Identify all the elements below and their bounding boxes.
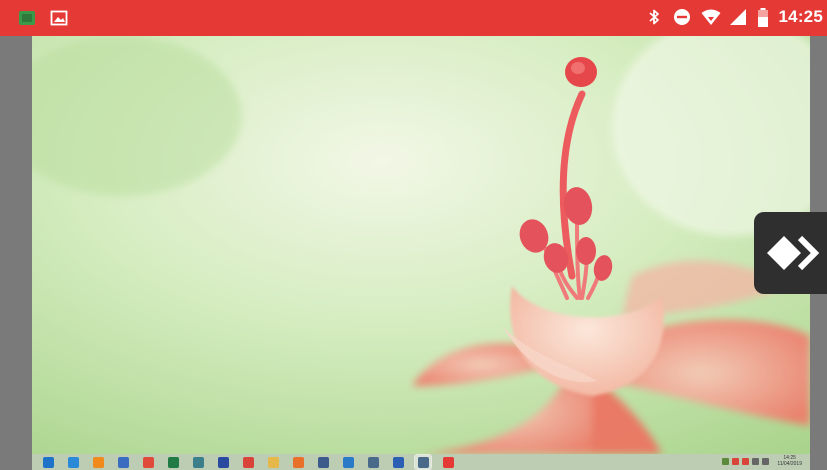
toolbar-toggle-handle[interactable] <box>754 212 827 294</box>
firefox-icon <box>292 456 304 468</box>
excel-icon <box>167 456 179 468</box>
tool-icon-2 <box>417 456 429 468</box>
android-status-bar: 14:25 <box>0 0 827 36</box>
internet-explorer-icon <box>67 456 79 468</box>
taskbar-button-file-explorer-icon[interactable] <box>265 455 281 469</box>
start-button <box>42 456 54 468</box>
tray-icon-1[interactable] <box>722 457 730 465</box>
tray-volume-icon[interactable] <box>762 457 770 465</box>
taskbar-button-app-icon-globe[interactable] <box>340 455 356 469</box>
taskbar-button-app-icon-teal[interactable] <box>190 455 206 469</box>
remote-desktop-view[interactable]: 14:25 11/04/2019 <box>32 36 810 470</box>
taskbar-button-app-icon-blue[interactable] <box>115 455 131 469</box>
taskbar-button-start-button[interactable] <box>40 455 56 469</box>
image-notification-icon <box>50 9 68 27</box>
taskbar-button-tool-icon-2[interactable] <box>414 454 432 470</box>
taskbar-button-app-icon-navy[interactable] <box>215 455 231 469</box>
notification-app-icon <box>18 9 36 27</box>
taskbar-button-chrome-icon[interactable] <box>140 455 156 469</box>
app-icon-red <box>242 456 254 468</box>
app-icon-blue <box>117 456 129 468</box>
taskbar-button-word-icon[interactable] <box>390 455 406 469</box>
tool-icon <box>367 456 379 468</box>
windows-taskbar: 14:25 11/04/2019 <box>32 454 810 470</box>
app-icon-globe <box>342 456 354 468</box>
tray-icon-3[interactable] <box>742 457 750 465</box>
taskbar-clock[interactable]: 14:25 11/04/2019 <box>777 455 802 467</box>
taskbar-button-app-icon-grey[interactable] <box>315 455 331 469</box>
tray-network-icon[interactable] <box>752 457 760 465</box>
desktop-wallpaper <box>32 36 810 454</box>
battery-icon <box>757 8 769 27</box>
status-bar-clock: 14:25 <box>778 7 823 26</box>
app-icon-grey <box>317 456 329 468</box>
taskbar-clock-date: 11/04/2019 <box>777 461 802 467</box>
tray-icon-2[interactable] <box>732 457 740 465</box>
bluetooth-icon <box>645 8 663 26</box>
vlc-icon <box>92 456 104 468</box>
signal-icon <box>729 8 747 26</box>
file-explorer-icon <box>267 456 279 468</box>
taskbar-button-remote-app-icon[interactable] <box>440 455 456 469</box>
taskbar-button-app-icon-red[interactable] <box>240 455 256 469</box>
taskbar-button-tool-icon[interactable] <box>365 455 381 469</box>
word-icon <box>392 456 404 468</box>
app-icon-teal <box>192 456 204 468</box>
do-not-disturb-icon <box>673 8 691 26</box>
taskbar-button-firefox-icon[interactable] <box>290 455 306 469</box>
wifi-icon <box>701 8 721 26</box>
taskbar-button-internet-explorer-icon[interactable] <box>65 455 81 469</box>
chrome-icon <box>142 456 154 468</box>
taskbar-button-vlc-icon[interactable] <box>90 455 106 469</box>
remote-app-icon <box>442 456 454 468</box>
app-icon-navy <box>217 456 229 468</box>
taskbar-button-excel-icon[interactable] <box>165 455 181 469</box>
system-tray: 14:25 11/04/2019 <box>722 455 802 467</box>
anydesk-icon <box>767 235 820 271</box>
